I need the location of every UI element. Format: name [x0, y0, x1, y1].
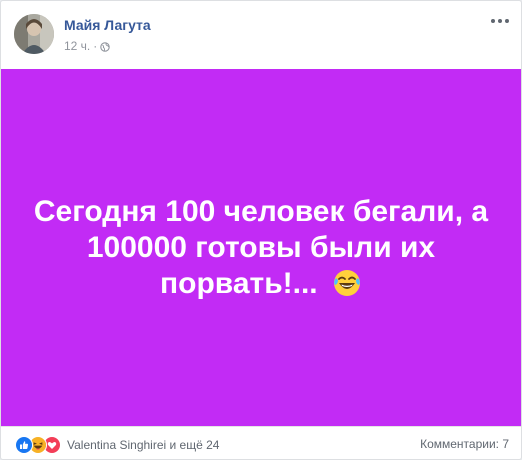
- post-content: Сегодня 100 человек бегали, а 100000 гот…: [1, 69, 521, 426]
- reactions-summary[interactable]: Valentina Singhirei и ещё 24: [15, 436, 219, 454]
- post-header: Майя Лагута 12 ч. ·: [1, 1, 521, 69]
- meta-separator: ·: [93, 39, 98, 53]
- post-text-block: Сегодня 100 человек бегали, а 100000 гот…: [1, 194, 521, 302]
- laughing-tears-emoji: [332, 268, 362, 298]
- post-footer: Valentina Singhirei и ещё 24 Комментарии…: [1, 426, 521, 459]
- globe-icon[interactable]: [100, 41, 111, 52]
- author-name[interactable]: Майя Лагута: [64, 17, 151, 33]
- post-text: Сегодня 100 человек бегали, а 100000 гот…: [33, 194, 489, 300]
- post-card: Майя Лагута 12 ч. · Сегодня 100 человек …: [0, 0, 522, 460]
- more-options-icon[interactable]: [489, 15, 511, 27]
- like-icon: [15, 436, 33, 454]
- comments-count[interactable]: Комментарии: 7: [420, 437, 509, 451]
- author-avatar[interactable]: [14, 14, 54, 54]
- post-meta: 12 ч. ·: [64, 39, 111, 53]
- post-timestamp[interactable]: 12 ч.: [64, 39, 90, 53]
- reactors-text[interactable]: Valentina Singhirei и ещё 24: [67, 438, 219, 452]
